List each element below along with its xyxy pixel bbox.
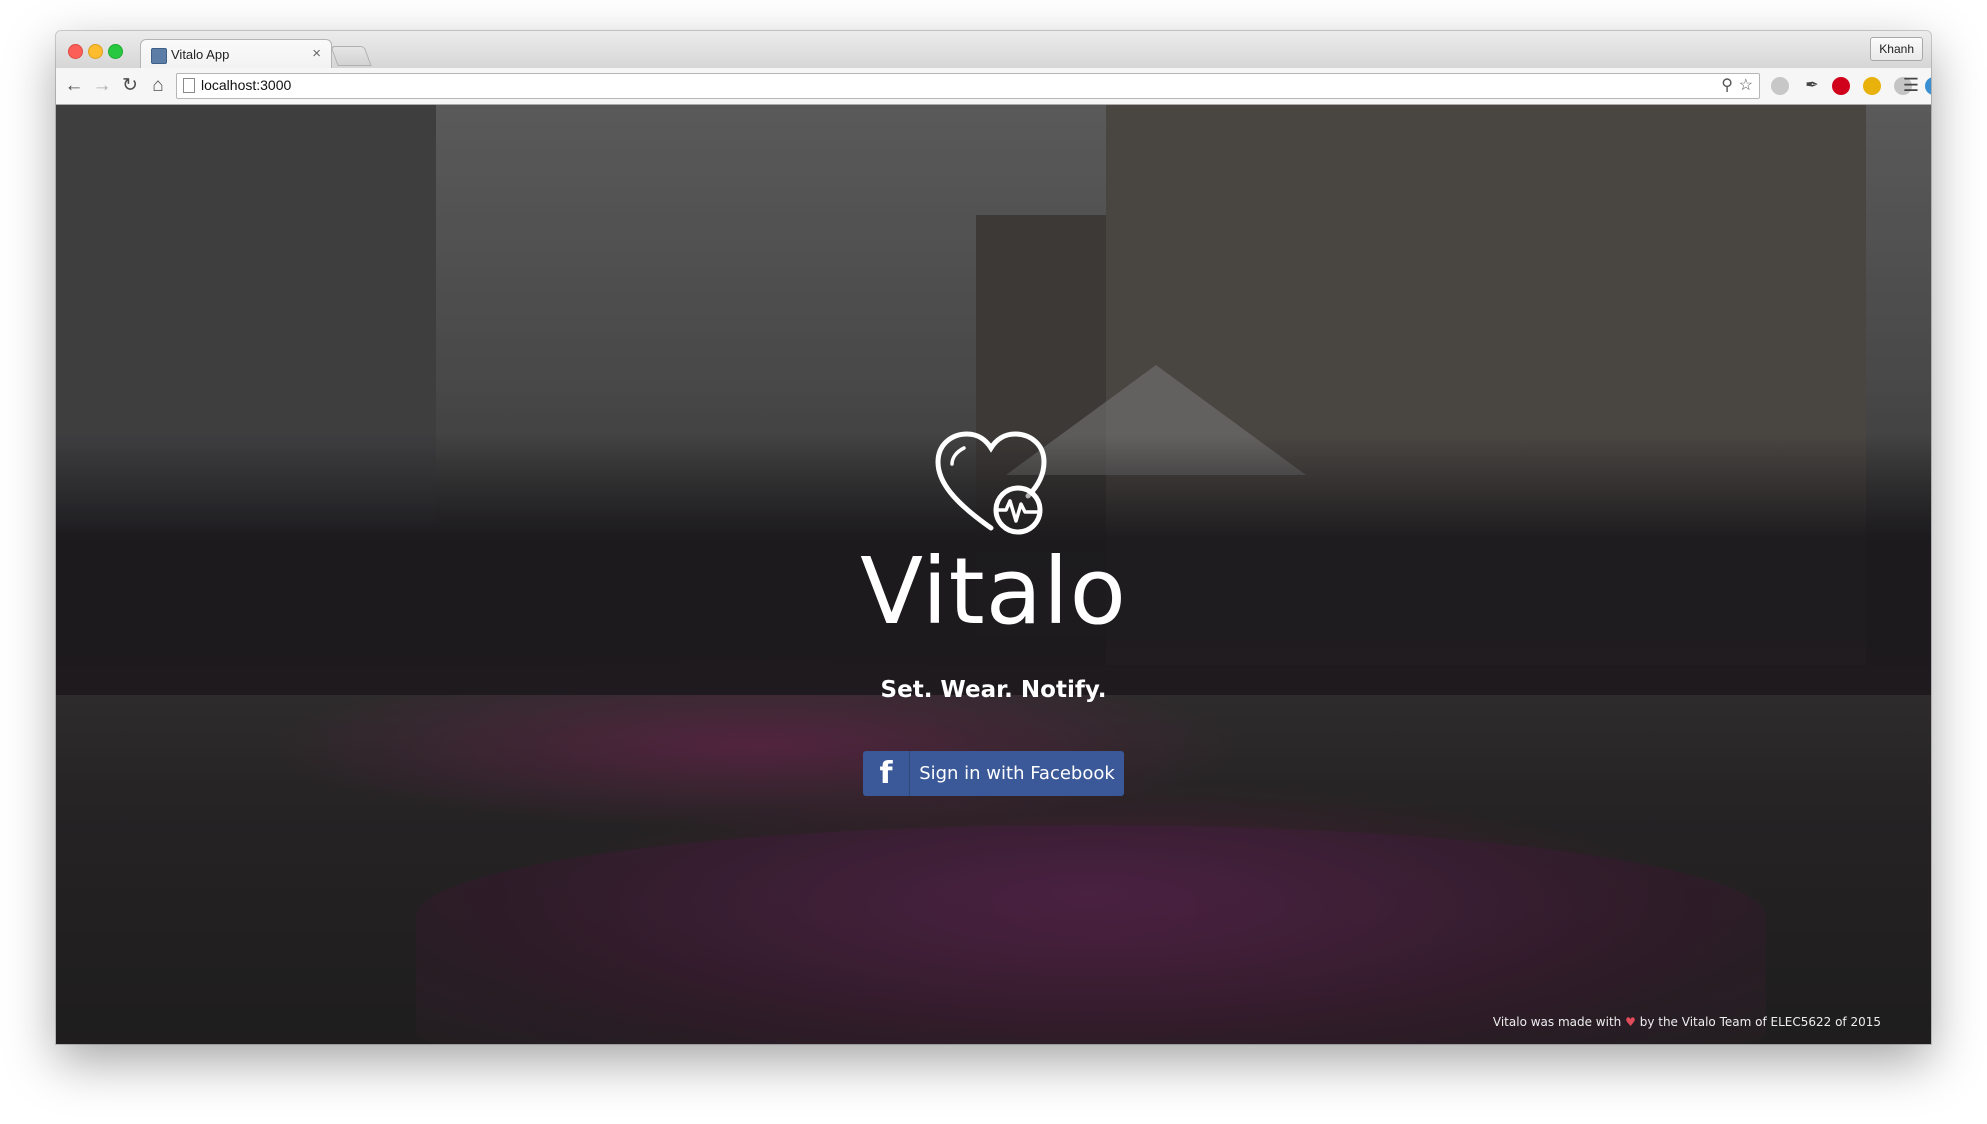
menu-icon[interactable]: ☰ bbox=[1903, 76, 1919, 94]
facebook-signin-label: Sign in with Facebook bbox=[919, 763, 1115, 784]
browser-toolbar: ← → ↻ ⌂ localhost:3000 ⚲ ☆ ✒ ☰ bbox=[56, 68, 1931, 105]
tab-strip: Vitalo App × Khanh bbox=[56, 31, 1931, 70]
extension-ghost-icon[interactable] bbox=[1771, 77, 1789, 95]
address-bar[interactable]: localhost:3000 ⚲ ☆ bbox=[176, 73, 1760, 99]
url-text[interactable]: localhost:3000 bbox=[201, 77, 291, 93]
forward-icon[interactable]: → bbox=[90, 74, 114, 98]
landing-page: Vitalo Set. Wear. Notify. f Sign in with… bbox=[56, 105, 1931, 1044]
footer-prefix: Vitalo was made with bbox=[1492, 1015, 1622, 1029]
extension-color-icon[interactable] bbox=[1925, 77, 1931, 95]
browser-window: Vitalo App × Khanh ← → ↻ ⌂ localhost:300… bbox=[56, 31, 1931, 1044]
extension-chart-icon[interactable] bbox=[1863, 77, 1881, 95]
home-icon[interactable]: ⌂ bbox=[146, 74, 170, 98]
facebook-icon: f bbox=[863, 751, 910, 796]
profile-button[interactable]: Khanh bbox=[1870, 37, 1923, 61]
back-icon[interactable]: ← bbox=[62, 74, 86, 98]
minimize-window-button[interactable] bbox=[88, 44, 103, 59]
heart-icon: ♥ bbox=[1625, 1015, 1636, 1029]
facebook-signin-button[interactable]: f Sign in with Facebook bbox=[863, 751, 1124, 796]
brand-title: Vitalo bbox=[860, 538, 1127, 645]
tab-title: Vitalo App bbox=[171, 47, 230, 62]
eyedropper-icon[interactable]: ✒ bbox=[1803, 77, 1821, 95]
close-window-button[interactable] bbox=[68, 44, 83, 59]
bookmark-star-icon[interactable]: ☆ bbox=[1739, 75, 1753, 97]
zoom-window-button[interactable] bbox=[108, 44, 123, 59]
favicon-icon bbox=[151, 48, 167, 64]
new-tab-button[interactable] bbox=[330, 46, 372, 66]
tagline: Set. Wear. Notify. bbox=[880, 677, 1107, 703]
page-icon bbox=[183, 78, 195, 93]
tab-close-icon[interactable]: × bbox=[312, 45, 321, 62]
reload-icon[interactable]: ↻ bbox=[118, 74, 142, 98]
extension-red-icon[interactable] bbox=[1832, 77, 1850, 95]
footer-suffix: by the Vitalo Team of ELEC5622 of 2015 bbox=[1639, 1015, 1881, 1029]
hero: Vitalo Set. Wear. Notify. f Sign in with… bbox=[56, 105, 1931, 1044]
heart-pulse-icon bbox=[935, 431, 1047, 535]
key-icon[interactable]: ⚲ bbox=[1721, 75, 1733, 97]
footer-credit: Vitalo was made with ♥ by the Vitalo Tea… bbox=[1493, 1015, 1881, 1029]
tab-vitalo-app[interactable]: Vitalo App × bbox=[140, 39, 332, 70]
